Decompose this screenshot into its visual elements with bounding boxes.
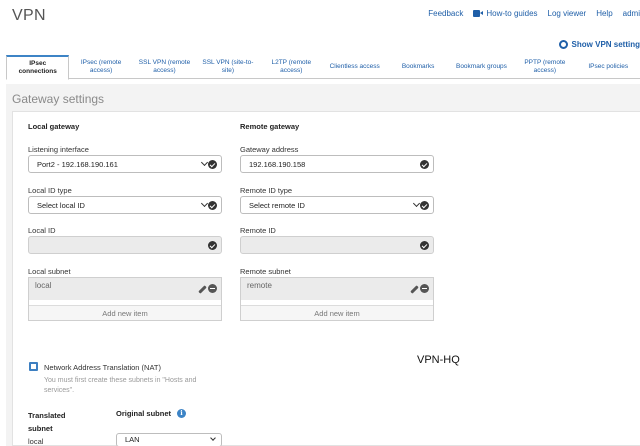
how-to-guides-label: How-to guides xyxy=(486,9,538,18)
local-id-field[interactable] xyxy=(28,236,222,254)
valid-check-icon xyxy=(420,201,429,210)
gateway-settings-section: Gateway settings Local gateway Listening… xyxy=(6,84,640,446)
remote-id-label: Remote ID xyxy=(240,226,276,235)
local-id-label: Local ID xyxy=(28,226,56,235)
gateway-address-value: 192.168.190.158 xyxy=(249,159,306,169)
remote-subnet-list: remote Add new item xyxy=(240,277,434,321)
local-id-type-select[interactable]: Select local ID xyxy=(28,196,222,214)
page-title: VPN xyxy=(12,7,46,24)
tab-pptp-remote-access[interactable]: PPTP (remote access) xyxy=(513,55,576,79)
local-id-type-value: Select local ID xyxy=(37,200,85,210)
tab-bookmarks[interactable]: Bookmarks xyxy=(386,55,449,79)
edit-pencil-icon[interactable] xyxy=(198,285,207,294)
translated-subnet-value: local xyxy=(28,437,44,446)
listening-interface-label: Listening interface xyxy=(28,145,89,154)
user-menu[interactable]: admi xyxy=(623,9,640,18)
chevron-down-icon xyxy=(210,435,216,441)
valid-check-icon xyxy=(420,241,429,250)
remove-icon[interactable] xyxy=(420,284,429,293)
nat-hint: You must first create these subnets in "… xyxy=(44,377,197,394)
how-to-guides-link[interactable]: How-to guides xyxy=(473,9,538,18)
video-camera-icon xyxy=(473,10,484,17)
local-gateway-heading: Local gateway xyxy=(28,122,80,131)
show-vpn-settings-label: Show VPN setting xyxy=(571,40,640,49)
remote-id-type-label: Remote ID type xyxy=(240,186,293,195)
gear-icon xyxy=(558,40,568,49)
remote-id-field[interactable] xyxy=(240,236,434,254)
tab-ssl-vpn-remote-access[interactable]: SSL VPN (remote access) xyxy=(133,55,196,79)
original-subnet-value: LAN xyxy=(125,435,140,444)
add-new-item-button[interactable]: Add new item xyxy=(241,305,433,320)
section-title: Gateway settings xyxy=(12,92,105,106)
add-new-item-button[interactable]: Add new item xyxy=(29,305,221,320)
remote-subnet-label: Remote subnet xyxy=(240,267,291,276)
tab-l2tp-remote-access[interactable]: L2TP (remote access) xyxy=(260,55,323,79)
top-navigation: Feedback How-to guides Log viewer Help a… xyxy=(418,9,640,18)
listening-interface-select[interactable]: Port2 - 192.168.190.161 xyxy=(28,155,222,173)
translated-subnet-header: Translated subnet xyxy=(28,411,66,433)
original-subnet-select[interactable]: LAN xyxy=(116,433,222,446)
valid-check-icon xyxy=(208,241,217,250)
valid-check-icon xyxy=(420,160,429,169)
help-link[interactable]: Help xyxy=(596,9,612,18)
list-item: local xyxy=(29,278,221,300)
original-subnet-header: Original subnet i xyxy=(116,409,187,418)
listening-interface-value: Port2 - 192.168.190.161 xyxy=(37,159,118,169)
remote-subnet-item: remote xyxy=(247,281,272,290)
info-icon[interactable]: i xyxy=(177,409,187,418)
remove-icon[interactable] xyxy=(208,284,217,293)
edit-pencil-icon[interactable] xyxy=(410,285,419,294)
valid-check-icon xyxy=(208,160,217,169)
valid-check-icon xyxy=(208,201,217,210)
tab-ipsec-connections[interactable]: IPsec connections xyxy=(6,55,70,80)
local-subnet-label: Local subnet xyxy=(28,267,71,276)
tab-clientless-access[interactable]: Clientless access xyxy=(323,55,386,79)
tab-bookmark-groups[interactable]: Bookmark groups xyxy=(450,55,513,79)
tab-ssl-vpn-site-to-site[interactable]: SSL VPN (site-to-site) xyxy=(196,55,259,79)
feedback-link[interactable]: Feedback xyxy=(428,9,463,18)
remote-id-type-select[interactable]: Select remote ID xyxy=(240,196,434,214)
nat-checkbox[interactable] xyxy=(29,362,38,371)
list-item: remote xyxy=(241,278,433,300)
tab-bar: IPsec connections IPsec (remote access) … xyxy=(6,55,640,80)
vpn-hq-annotation: VPN-HQ xyxy=(417,354,460,366)
tab-ipsec-policies[interactable]: IPsec policies xyxy=(577,55,640,79)
remote-gateway-heading: Remote gateway xyxy=(240,122,300,131)
local-subnet-item: local xyxy=(35,281,52,290)
tab-ipsec-remote-access[interactable]: IPsec (remote access) xyxy=(69,55,132,79)
show-vpn-settings-button[interactable]: Show VPN setting xyxy=(558,40,640,49)
nat-label: Network Address Translation (NAT) xyxy=(44,363,161,372)
remote-id-type-value: Select remote ID xyxy=(249,200,305,210)
gateway-address-field[interactable]: 192.168.190.158 xyxy=(240,155,434,173)
gateway-settings-panel: Local gateway Listening interface Port2 … xyxy=(12,111,640,446)
local-id-type-label: Local ID type xyxy=(28,186,72,195)
log-viewer-link[interactable]: Log viewer xyxy=(548,9,587,18)
local-subnet-list: local Add new item xyxy=(28,277,222,321)
original-subnet-label: Original subnet xyxy=(116,409,172,418)
gateway-address-label: Gateway address xyxy=(240,145,299,154)
